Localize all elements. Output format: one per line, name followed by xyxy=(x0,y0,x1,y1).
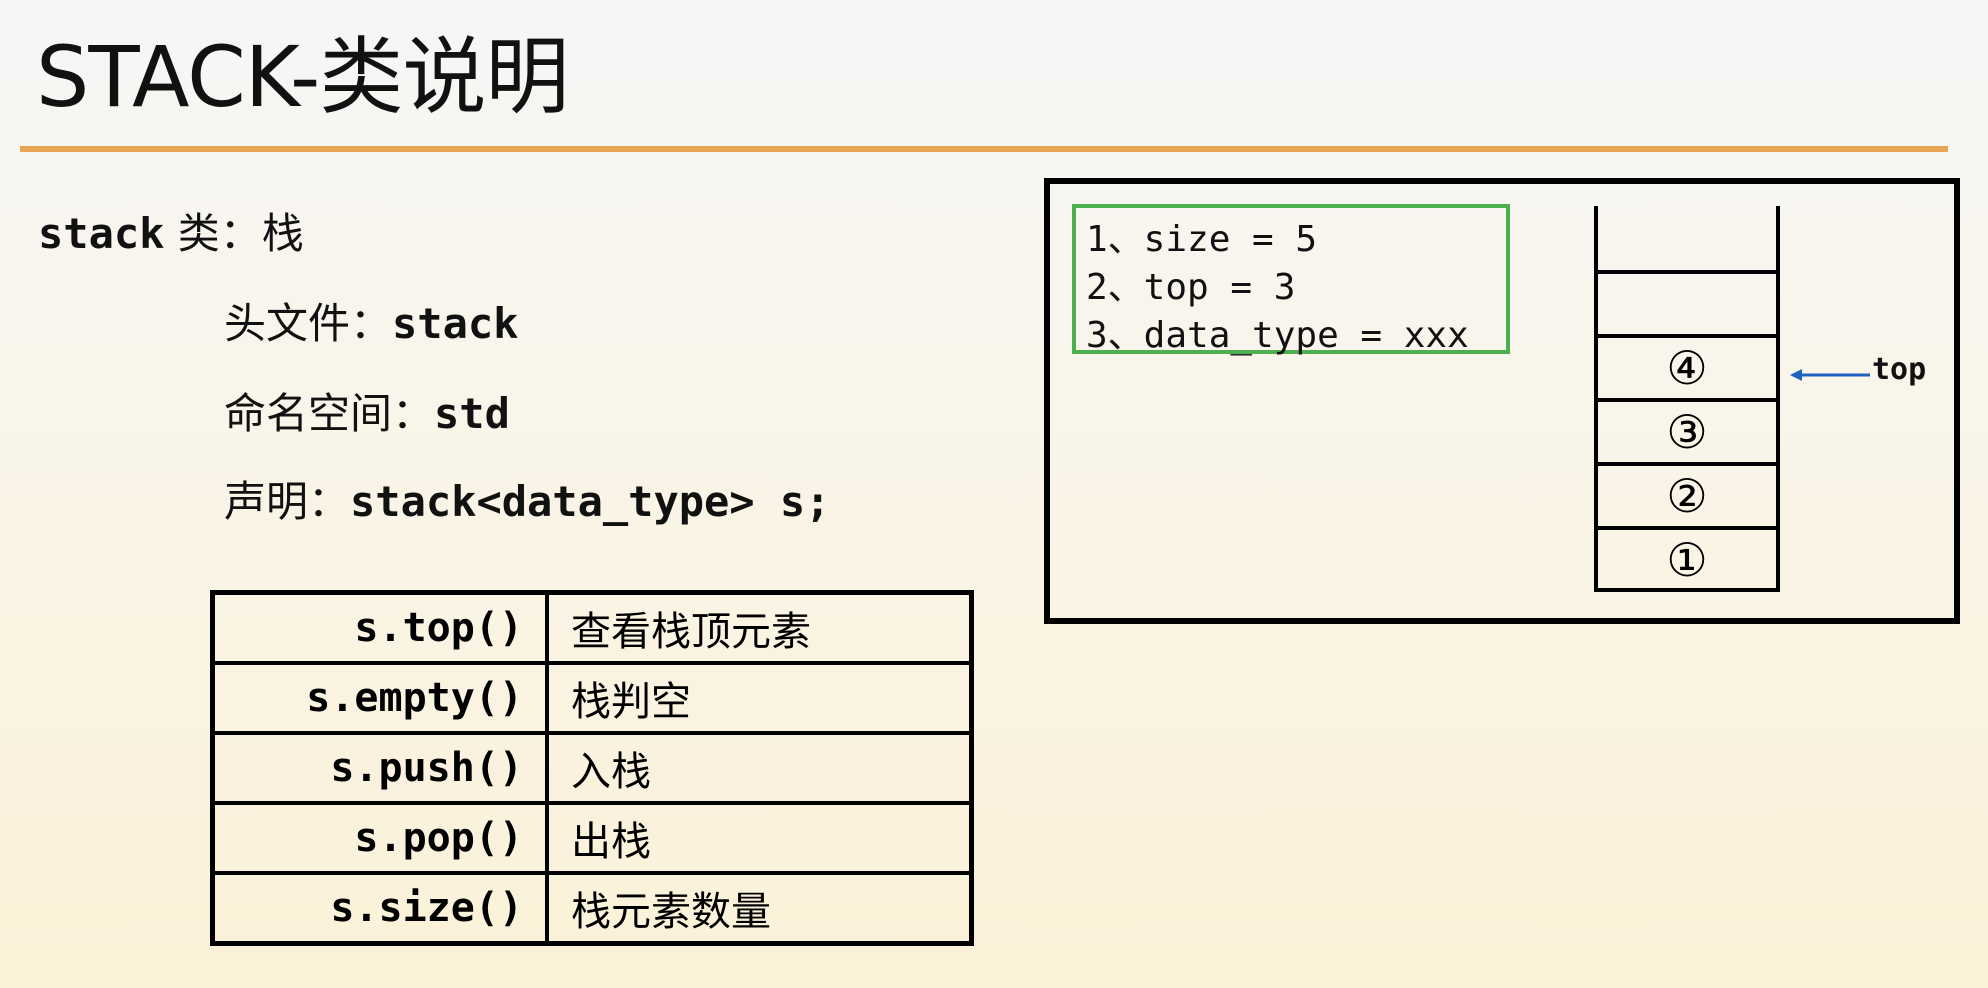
title-divider xyxy=(20,146,1948,152)
method-desc: 入栈 xyxy=(545,731,974,805)
top-arrow-icon xyxy=(1790,369,1870,381)
method-desc: 栈判空 xyxy=(545,661,974,735)
declaration-label: 声明： xyxy=(224,477,351,526)
stack-slot: ④ xyxy=(1594,334,1780,398)
table-row: s.empty() 栈判空 xyxy=(210,661,974,735)
header-label: 头文件： xyxy=(224,299,393,348)
method-name: s.size() xyxy=(210,871,549,946)
namespace-label: 命名空间： xyxy=(224,389,435,438)
table-row: s.size() 栈元素数量 xyxy=(210,871,974,946)
class-intro: stack 类：栈 xyxy=(38,200,304,261)
header-value: stack xyxy=(392,299,519,348)
page-title: STACK-类说明 xyxy=(36,28,569,126)
stack-bottom xyxy=(1594,588,1780,592)
stack-info-box: 1、size = 5 2、top = 3 3、data_type = xxx xyxy=(1072,204,1510,356)
info-line: 2、top = 3 xyxy=(1086,267,1296,308)
stack-slot xyxy=(1594,206,1780,270)
table-row: s.top() 查看栈顶元素 xyxy=(210,590,974,665)
method-name: s.push() xyxy=(210,731,549,805)
method-name: s.empty() xyxy=(210,661,549,735)
method-desc: 查看栈顶元素 xyxy=(545,590,974,665)
table-row: s.pop() 出栈 xyxy=(210,801,974,875)
namespace-line: 命名空间：std xyxy=(224,380,510,441)
namespace-value: std xyxy=(434,389,510,438)
stack-container: ④ ③ ② ① xyxy=(1594,206,1780,592)
declaration-value: stack<data_type> s; xyxy=(350,477,831,526)
top-label: top xyxy=(1872,352,1927,387)
stack-slot: ③ xyxy=(1594,398,1780,462)
method-name: s.top() xyxy=(210,590,549,665)
method-desc: 出栈 xyxy=(545,801,974,875)
stack-slot: ① xyxy=(1594,526,1780,590)
table-row: s.push() 入栈 xyxy=(210,731,974,805)
stack-diagram: 1、size = 5 2、top = 3 3、data_type = xxx ④… xyxy=(1044,178,1960,624)
info-line: 1、size = 5 xyxy=(1086,219,1318,260)
header-line: 头文件：stack xyxy=(224,290,518,351)
method-desc: 栈元素数量 xyxy=(545,871,974,946)
methods-table: s.top() 查看栈顶元素 s.empty() 栈判空 s.push() 入栈… xyxy=(210,590,974,946)
stack-slot: ② xyxy=(1594,462,1780,526)
declaration-line: 声明：stack<data_type> s; xyxy=(224,468,830,529)
class-desc: 类：栈 xyxy=(164,209,304,258)
info-line: 3、data_type = xxx xyxy=(1086,315,1469,356)
class-name: stack xyxy=(38,209,165,258)
method-name: s.pop() xyxy=(210,801,549,875)
stack-slot xyxy=(1594,270,1780,334)
